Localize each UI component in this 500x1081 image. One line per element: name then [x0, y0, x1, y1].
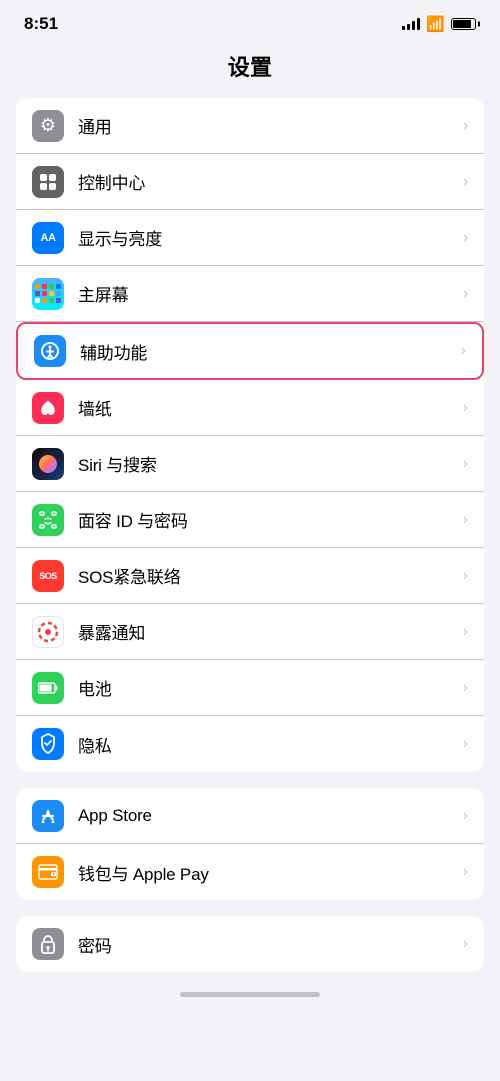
- siri-label: Siri 与搜索: [78, 451, 459, 476]
- status-bar: 8:51 📶: [0, 0, 500, 42]
- settings-group-3: 密码 ›: [16, 916, 484, 972]
- settings-item-passwords[interactable]: 密码 ›: [16, 916, 484, 972]
- settings-item-siri[interactable]: Siri 与搜索 ›: [16, 436, 484, 492]
- chevron-icon: ›: [463, 173, 468, 191]
- settings-item-wallet[interactable]: 钱包与 Apple Pay ›: [16, 844, 484, 900]
- chevron-icon: ›: [463, 623, 468, 641]
- control-center-label: 控制中心: [78, 169, 459, 194]
- wallpaper-icon: [32, 392, 64, 424]
- exposure-icon: [32, 616, 64, 648]
- settings-item-homescreen[interactable]: 主屏幕 ›: [16, 266, 484, 322]
- wallet-icon: [32, 856, 64, 888]
- privacy-icon: [32, 728, 64, 760]
- display-label: 显示与亮度: [78, 225, 459, 250]
- settings-item-display[interactable]: AA 显示与亮度 ›: [16, 210, 484, 266]
- wallet-label: 钱包与 Apple Pay: [78, 860, 459, 885]
- wifi-icon: 📶: [426, 15, 445, 33]
- battery-status-icon: [451, 18, 476, 30]
- passwords-label: 密码: [78, 932, 459, 957]
- page-header: 设置: [0, 42, 500, 98]
- battery-label: 电池: [78, 675, 459, 700]
- status-icons: 📶: [402, 15, 476, 33]
- accessibility-label: 辅助功能: [80, 339, 457, 364]
- battery-icon: [32, 672, 64, 704]
- settings-item-appstore[interactable]: App Store ›: [16, 788, 484, 844]
- appstore-icon: [32, 800, 64, 832]
- chevron-icon: ›: [463, 117, 468, 135]
- chevron-icon: ›: [463, 229, 468, 247]
- chevron-icon: ›: [463, 285, 468, 303]
- settings-item-privacy[interactable]: 隐私 ›: [16, 716, 484, 772]
- general-label: 通用: [78, 113, 459, 138]
- chevron-icon: ›: [463, 935, 468, 953]
- sos-label: SOS紧急联络: [78, 563, 459, 588]
- settings-item-general[interactable]: ⚙ 通用 ›: [16, 98, 484, 154]
- general-icon: ⚙: [32, 110, 64, 142]
- display-icon: AA: [32, 222, 64, 254]
- settings-item-wallpaper[interactable]: 墙纸 ›: [16, 380, 484, 436]
- chevron-icon: ›: [463, 735, 468, 753]
- settings-group-2: App Store › 钱包与 Apple Pay ›: [16, 788, 484, 900]
- appstore-label: App Store: [78, 806, 459, 826]
- faceid-label: 面容 ID 与密码: [78, 507, 459, 532]
- accessibility-icon: [34, 335, 66, 367]
- home-indicator: [180, 992, 320, 997]
- settings-item-sos[interactable]: SOS SOS紧急联络 ›: [16, 548, 484, 604]
- page-title: 设置: [228, 55, 272, 80]
- wallpaper-label: 墙纸: [78, 395, 459, 420]
- sos-icon: SOS: [32, 560, 64, 592]
- chevron-icon: ›: [461, 342, 466, 360]
- chevron-icon: ›: [463, 567, 468, 585]
- settings-item-faceid[interactable]: 面容 ID 与密码 ›: [16, 492, 484, 548]
- homescreen-icon: [32, 278, 64, 310]
- settings-item-exposure[interactable]: 暴露通知 ›: [16, 604, 484, 660]
- settings-group-1: ⚙ 通用 › 控制中心 › AA 显示与亮度 ›: [16, 98, 484, 772]
- siri-icon: [32, 448, 64, 480]
- faceid-icon: [32, 504, 64, 536]
- exposure-label: 暴露通知: [78, 619, 459, 644]
- settings-item-control-center[interactable]: 控制中心 ›: [16, 154, 484, 210]
- chevron-icon: ›: [463, 511, 468, 529]
- chevron-icon: ›: [463, 863, 468, 881]
- chevron-icon: ›: [463, 679, 468, 697]
- settings-item-accessibility[interactable]: 辅助功能 ›: [16, 322, 484, 380]
- control-center-icon: [32, 166, 64, 198]
- chevron-icon: ›: [463, 807, 468, 825]
- signal-icon: [402, 18, 420, 30]
- status-time: 8:51: [24, 14, 58, 34]
- settings-item-battery[interactable]: 电池 ›: [16, 660, 484, 716]
- homescreen-label: 主屏幕: [78, 281, 459, 306]
- privacy-label: 隐私: [78, 732, 459, 757]
- chevron-icon: ›: [463, 399, 468, 417]
- passwords-icon: [32, 928, 64, 960]
- chevron-icon: ›: [463, 455, 468, 473]
